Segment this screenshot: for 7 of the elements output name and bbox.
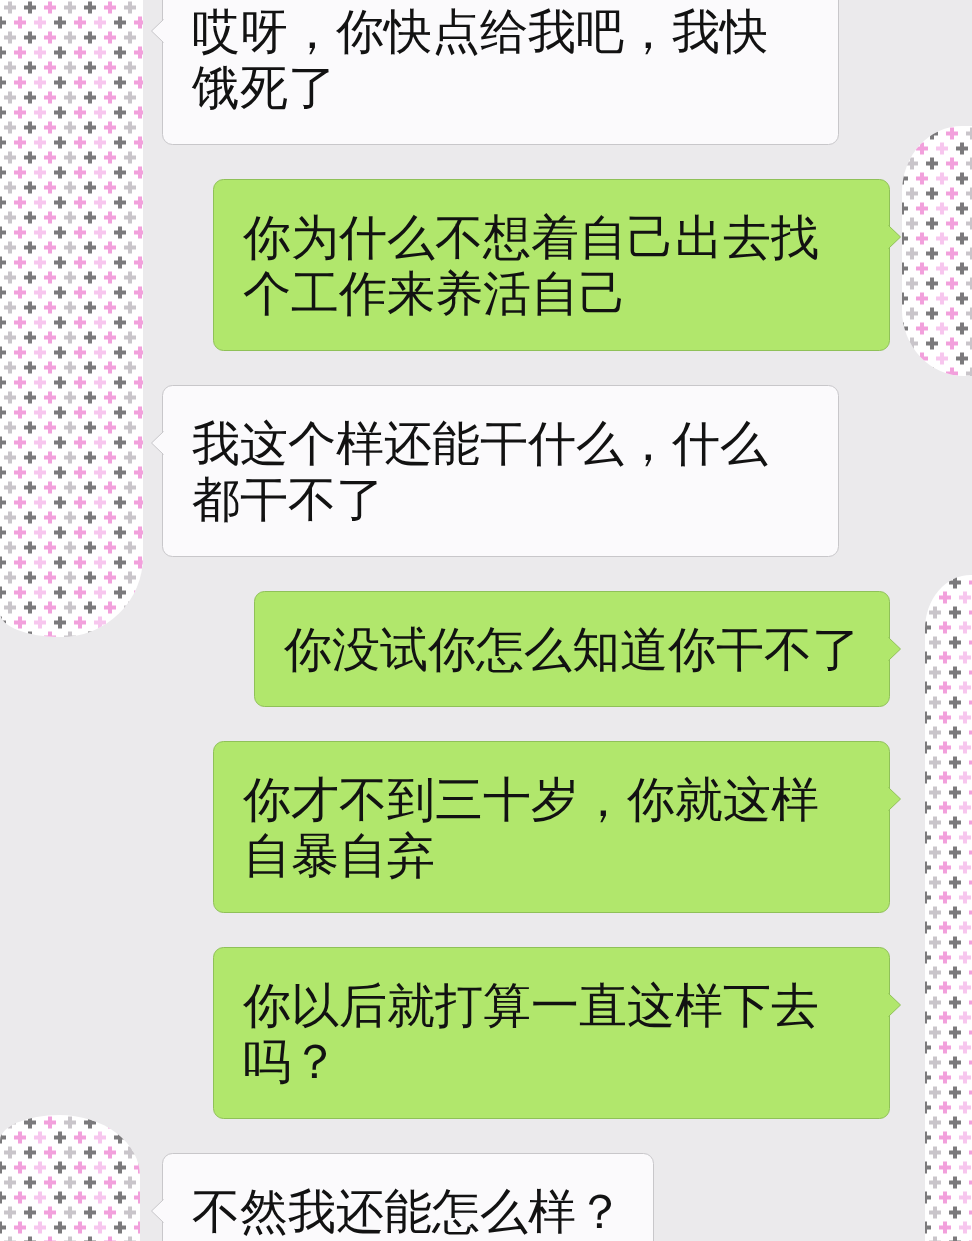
message-text: 哎呀，你快点给我吧，我快饿死了 [192, 3, 769, 115]
message-text: 你为什么不想着自己出去找个工作来养活自己 [243, 209, 820, 321]
message-text: 你才不到三十岁，你就这样自暴自弃 [243, 771, 820, 883]
message-text: 不然我还能怎么样？ [192, 1183, 624, 1239]
message-text: 我这个样还能干什么，什么都干不了 [192, 415, 769, 527]
message-text: 你没试你怎么知道你干不了 [284, 621, 860, 677]
message-text: 你以后就打算一直这样下去吗？ [243, 977, 820, 1089]
